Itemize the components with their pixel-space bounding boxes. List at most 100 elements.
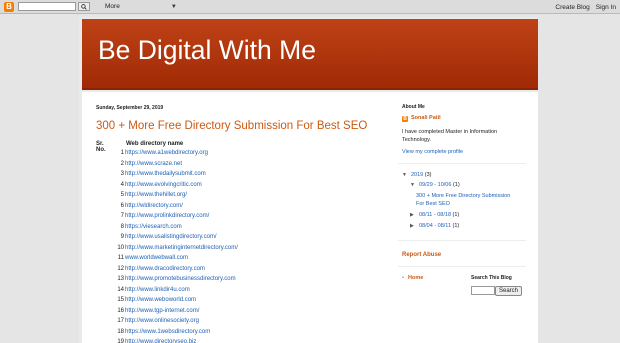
archive-week[interactable]: ▶ 08/04 - 08/11 (1) xyxy=(410,223,459,229)
row-number: 2 xyxy=(120,160,124,167)
archive-week-count: (1) xyxy=(452,223,460,229)
directory-link[interactable]: http://www.onlinesociety.org xyxy=(125,318,199,324)
blog-header: Be Digital With Me xyxy=(82,19,538,90)
row-number: 9 xyxy=(120,234,124,240)
row-number: 18 xyxy=(117,328,124,335)
archive-post-title[interactable]: 300 + More Free Directory Submission For… xyxy=(416,193,510,207)
sidebar-divider xyxy=(398,240,526,241)
blog-title[interactable]: Be Digital With Me xyxy=(98,35,316,66)
row-number: 17 xyxy=(117,318,124,324)
archive-week-link[interactable]: 09/29 - 10/06 xyxy=(419,182,451,188)
search-icon xyxy=(81,3,87,10)
post-date: Sunday, September 29, 2019 xyxy=(96,105,164,111)
row-number: 13 xyxy=(117,276,124,282)
row-number: 11 xyxy=(117,255,124,261)
navbar-more-menu[interactable]: More xyxy=(105,3,120,10)
blogger-logo-icon[interactable]: B xyxy=(4,1,14,12)
search-blog-heading: Search This Blog xyxy=(471,275,512,281)
bullet-icon: • xyxy=(402,275,404,281)
table-row: 5 http://www.thehillet.org/ xyxy=(96,192,306,203)
navbar-search-button[interactable] xyxy=(78,2,90,11)
blog-search-button[interactable]: Search xyxy=(495,286,522,296)
table-row: 17 http://www.onlinesociety.org xyxy=(96,318,306,329)
row-number: 16 xyxy=(117,307,124,314)
archive-week-link[interactable]: 08/11 - 08/18 xyxy=(419,212,451,218)
blogger-navbar: B More ▼ Create Blog Sign In xyxy=(0,0,620,14)
directory-link[interactable]: http://www.evolvingcritic.com xyxy=(125,182,202,188)
directory-link[interactable]: https://viesearch.com xyxy=(125,224,182,230)
home-link[interactable]: Home xyxy=(408,275,423,281)
directory-link[interactable]: www.worldwebwall.com xyxy=(125,255,188,261)
table-row: 6 http://wldirectory.com/ xyxy=(96,203,306,214)
directory-link[interactable]: http://www.thehillet.org/ xyxy=(125,192,187,198)
directory-link[interactable]: http://www.dracodirectory.com xyxy=(125,266,205,272)
archive-week[interactable]: ▶ 08/11 - 08/18 (1) xyxy=(410,212,459,218)
profile-description: I have completed Master in Information T… xyxy=(402,129,498,143)
row-number: 12 xyxy=(117,265,124,272)
directory-link[interactable]: http://www.thedailysubmit.com xyxy=(125,171,206,177)
triangle-right-icon[interactable]: ▶ xyxy=(410,223,419,229)
archive-post-link[interactable]: 300 + More Free Directory Submission For… xyxy=(416,192,516,208)
row-number: 7 xyxy=(120,213,124,219)
table-row: 11 www.worldwebwall.com xyxy=(96,255,306,266)
directory-link[interactable]: http://wldirectory.com/ xyxy=(125,203,183,209)
directory-link[interactable]: https://www.a1webdirectory.org xyxy=(125,150,208,156)
directory-link[interactable]: http://www.linkdir4u.com xyxy=(125,287,190,293)
archive-year-link[interactable]: 2019 xyxy=(411,172,423,178)
table-row: 9 http://www.usalistingdirectory.com/ xyxy=(96,234,306,245)
table-row: 7 http://www.prolinkdirectory.com/ xyxy=(96,213,306,224)
row-number: 8 xyxy=(120,223,124,230)
row-number: 10 xyxy=(117,244,124,251)
sign-in-link[interactable]: Sign In xyxy=(596,4,616,11)
archive-week[interactable]: ▼ 09/29 - 10/06 (1) xyxy=(410,182,460,188)
table-row: 13 http://www.promotebusinessdirectory.co… xyxy=(96,276,306,287)
row-number: 5 xyxy=(120,192,124,198)
triangle-down-icon[interactable]: ▼ xyxy=(410,182,419,188)
row-number: 19 xyxy=(117,339,124,343)
row-number: 1 xyxy=(120,150,124,156)
row-number: 3 xyxy=(120,171,124,177)
archive-week-count: (1) xyxy=(452,212,460,218)
table-row: 2 http://www.scraze.net xyxy=(96,161,306,172)
chevron-down-icon[interactable]: ▼ xyxy=(171,4,177,10)
archive-year[interactable]: ▼ 2019 (3) xyxy=(402,172,432,178)
table-row: 14 http://www.linkdir4u.com xyxy=(96,287,306,298)
table-row: 12 http://www.dracodirectory.com xyxy=(96,266,306,277)
directory-link[interactable]: http://www.tgp-internet.com/ xyxy=(125,308,199,314)
row-number: 6 xyxy=(120,202,124,209)
directory-link[interactable]: http://www.weboworld.com xyxy=(125,297,196,303)
table-row: 15 http://www.weboworld.com xyxy=(96,297,306,308)
table-row: 4 http://www.evolvingcritic.com xyxy=(96,182,306,193)
triangle-right-icon[interactable]: ▶ xyxy=(410,212,419,218)
table-row: 18 https://www.1websdirectory.com xyxy=(96,329,306,340)
navbar-search-input[interactable] xyxy=(18,2,76,11)
table-row: 1 https://www.a1webdirectory.org xyxy=(96,150,306,161)
sidebar-divider xyxy=(398,163,526,164)
directory-link[interactable]: http://www.prolinkdirectory.com/ xyxy=(125,213,209,219)
row-number: 4 xyxy=(120,181,124,188)
table-row: 3 http://www.thedailysubmit.com xyxy=(96,171,306,182)
sidebar-divider xyxy=(398,266,526,267)
directory-table: 1 https://www.a1webdirectory.org 2 http://w… xyxy=(96,150,306,343)
archive-week-link[interactable]: 08/04 - 08/11 xyxy=(419,223,451,229)
about-me-heading: About Me xyxy=(402,104,425,110)
directory-link[interactable]: http://www.marketinginternetdirectory.co… xyxy=(125,245,238,251)
table-row: 8 https://viesearch.com xyxy=(96,224,306,235)
report-abuse-link[interactable]: Report Abuse xyxy=(402,252,441,258)
directory-link[interactable]: https://www.1websdirectory.com xyxy=(125,329,210,335)
blog-search-input[interactable] xyxy=(471,286,495,295)
create-blog-link[interactable]: Create Blog xyxy=(555,4,589,11)
directory-link[interactable]: http://www.promotebusinessdirectory.com xyxy=(125,276,236,282)
row-number: 15 xyxy=(117,297,124,303)
archive-week-count: (1) xyxy=(452,182,460,188)
column-header-name: Web directory name xyxy=(126,141,184,147)
directory-link[interactable]: http://www.usalistingdirectory.com/ xyxy=(125,234,217,240)
view-profile-link[interactable]: View my complete profile xyxy=(402,149,463,155)
triangle-down-icon[interactable]: ▼ xyxy=(402,172,411,178)
table-row: 16 http://www.tgp-internet.com/ xyxy=(96,308,306,319)
directory-link[interactable]: http://www.directoryseo.biz xyxy=(125,339,196,343)
blogger-profile-icon: B xyxy=(402,116,408,122)
directory-link[interactable]: http://www.scraze.net xyxy=(125,161,182,167)
post-title[interactable]: 300 + More Free Directory Submission For… xyxy=(96,120,367,132)
profile-name-link[interactable]: Sonali Patil xyxy=(411,115,441,121)
